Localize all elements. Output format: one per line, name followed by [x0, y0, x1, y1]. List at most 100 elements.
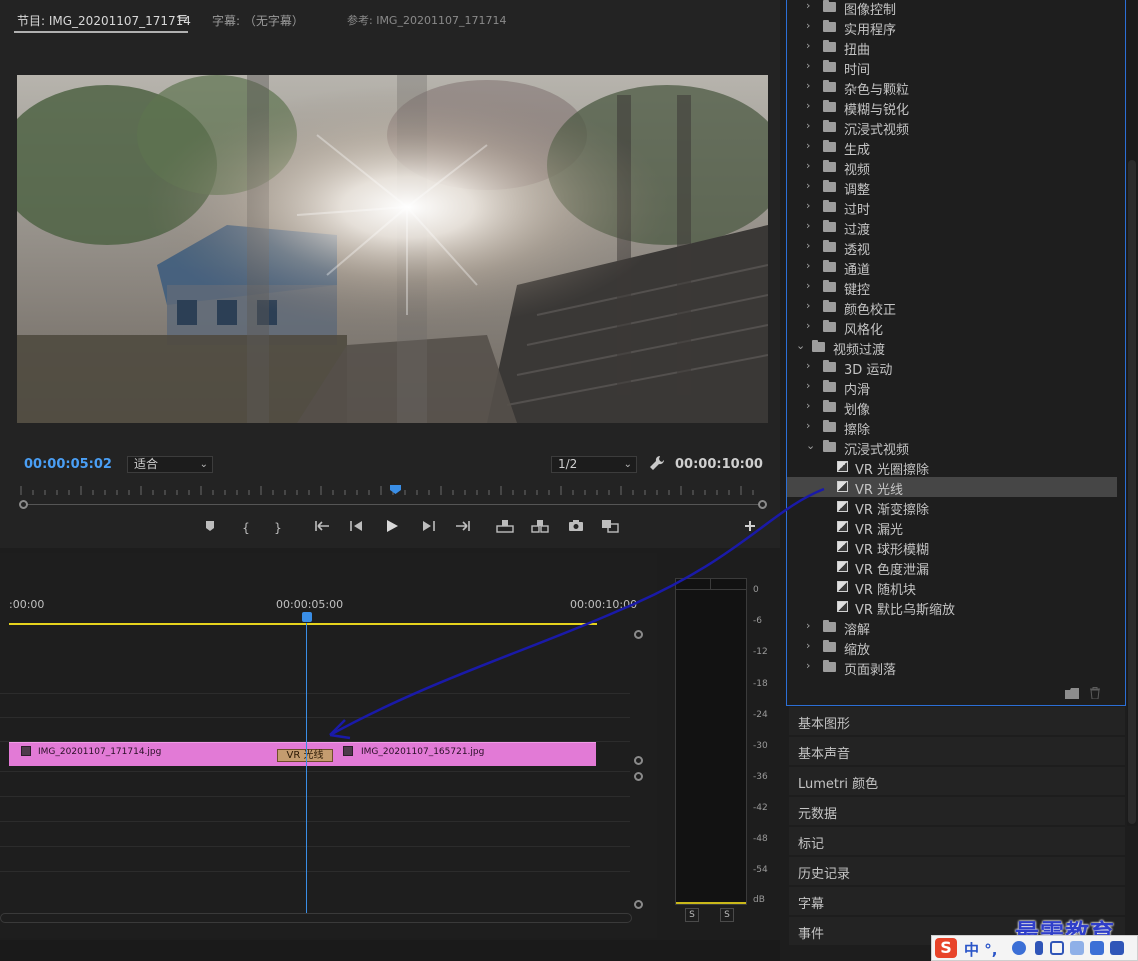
tree-folder-effect[interactable]: › 过渡 — [787, 217, 1117, 238]
go-to-in-icon[interactable] — [314, 519, 332, 537]
timeline-horizontal-scrollbar[interactable] — [0, 913, 632, 923]
chevron-right-icon: › — [806, 179, 811, 192]
scroll-handle-mid2[interactable] — [634, 772, 643, 781]
transition-effect-icon — [837, 521, 848, 532]
meter-clip-indicator[interactable] — [675, 589, 747, 590]
lift-icon[interactable] — [496, 519, 514, 537]
mark-in-icon[interactable]: { — [237, 519, 255, 537]
fit-zoom-dropdown[interactable]: 适合 ⌄ — [127, 456, 213, 473]
tree-folder-effect[interactable]: › 扭曲 — [787, 37, 1117, 58]
tree-folder-effect[interactable]: › 时间 — [787, 57, 1117, 78]
tree-folder-image-control[interactable]: › 图像控制 — [787, 0, 1117, 18]
tree-folder-effect[interactable]: › 杂色与颗粒 — [787, 77, 1117, 98]
panel-lumetri-color[interactable]: Lumetri 颜色 — [789, 767, 1125, 795]
tree-folder-label: 视频 — [844, 163, 871, 178]
tree-folder-transition[interactable]: › 页面剥落 — [787, 657, 1117, 678]
tree-item-vr-transition[interactable]: VR 随机块 — [787, 577, 1117, 598]
tree-folder-effect[interactable]: › 实用程序 — [787, 17, 1117, 38]
tree-folder-effect[interactable]: › 过时 — [787, 197, 1117, 218]
tree-item-vr-transition[interactable]: VR 默比乌斯缩放 — [787, 597, 1117, 618]
tree-item-label: VR 漏光 — [855, 523, 904, 538]
tree-folder-transition[interactable]: › 划像 — [787, 397, 1117, 418]
chevron-down-icon: ⌄ — [623, 459, 632, 470]
step-forward-icon[interactable] — [419, 519, 437, 537]
transition-vr-light-rays[interactable]: VR 光线 — [277, 749, 333, 762]
solo-right-button[interactable]: S — [720, 908, 734, 922]
tree-folder-effect[interactable]: › 模糊与锐化 — [787, 97, 1117, 118]
scroll-handle-bottom[interactable] — [634, 900, 643, 909]
panel-captions[interactable]: 字幕 — [789, 887, 1125, 915]
ime-toolbar[interactable]: S 中 °, — [931, 935, 1138, 961]
tree-item-vr-transition[interactable]: VR 色度泄漏 — [787, 557, 1117, 578]
tree-folder-effect[interactable]: › 颜色校正 — [787, 297, 1117, 318]
tree-item-vr-transition[interactable]: VR 光圈擦除 — [787, 457, 1117, 478]
hamburger-icon[interactable]: ≡ — [177, 11, 188, 26]
timeline-playhead[interactable] — [302, 612, 312, 622]
monitor-playhead[interactable] — [390, 485, 401, 494]
tree-folder-transition[interactable]: › 擦除 — [787, 417, 1117, 438]
tree-folder-effect[interactable]: › 调整 — [787, 177, 1117, 198]
microphone-icon[interactable] — [1035, 941, 1043, 955]
tree-folder-effect[interactable]: › 透视 — [787, 237, 1117, 258]
compare-icon[interactable] — [601, 519, 619, 537]
new-bin-icon[interactable] — [1065, 688, 1079, 699]
panel-history[interactable]: 历史记录 — [789, 857, 1125, 885]
go-to-out-icon[interactable] — [453, 519, 471, 537]
ime-logo-icon[interactable]: S — [935, 938, 957, 958]
tree-folder-effect[interactable]: › 沉浸式视频 — [787, 117, 1117, 138]
work-area-bar[interactable] — [9, 623, 597, 625]
toolbox-icon[interactable] — [1070, 941, 1084, 955]
tree-item-vr-transition[interactable]: VR 光线 — [787, 477, 1117, 498]
playback-resolution-dropdown[interactable]: 1/2 ⌄ — [551, 456, 637, 473]
wrench-icon[interactable] — [649, 455, 665, 471]
tree-item-label: VR 色度泄漏 — [855, 563, 930, 578]
tree-folder-transition[interactable]: › 内滑 — [787, 377, 1117, 398]
tab-program[interactable]: 节目: IMG_20201107_171714 — [17, 12, 191, 29]
scroll-handle-mid[interactable] — [634, 756, 643, 765]
tree-item-vr-transition[interactable]: VR 渐变擦除 — [787, 497, 1117, 518]
tree-folder-effect[interactable]: › 键控 — [787, 277, 1117, 298]
zoom-handle-end[interactable] — [758, 500, 767, 509]
emoji-icon[interactable] — [1012, 941, 1026, 955]
mark-out-icon[interactable]: } — [269, 519, 287, 537]
tree-folder-effect[interactable]: › 风格化 — [787, 317, 1117, 338]
tree-folder-effect[interactable]: › 生成 — [787, 137, 1117, 158]
tree-item-vr-transition[interactable]: VR 漏光 — [787, 517, 1117, 538]
panel-metadata[interactable]: 元数据 — [789, 797, 1125, 825]
tree-folder-label: 划像 — [844, 403, 871, 418]
effects-scrollbar-thumb[interactable] — [1128, 160, 1136, 824]
tree-folder-video-transitions[interactable]: ⌄ 视频过渡 — [787, 337, 1117, 358]
add-button-icon[interactable] — [741, 519, 759, 537]
tree-folder-transition[interactable]: › 缩放 — [787, 637, 1117, 658]
solo-left-button[interactable]: S — [685, 908, 699, 922]
grid-icon[interactable] — [1110, 941, 1124, 955]
tree-item-vr-transition[interactable]: VR 球形模糊 — [787, 537, 1117, 558]
tab-reference[interactable]: 参考: IMG_20201107_171714 — [347, 12, 506, 28]
zoom-handle-start[interactable] — [19, 500, 28, 509]
marker-icon[interactable] — [201, 519, 219, 537]
play-icon[interactable] — [383, 519, 401, 537]
folder-icon — [823, 660, 836, 672]
apparel-icon[interactable] — [1090, 941, 1104, 955]
tree-folder-immersive-video-transitions[interactable]: ⌄ 沉浸式视频 — [787, 437, 1117, 458]
video-frame[interactable] — [17, 75, 768, 423]
ime-mode-text[interactable]: 中 °, — [964, 939, 997, 960]
total-duration-timecode: 00:00:10:00 — [675, 457, 763, 472]
tree-folder-effect[interactable]: › 视频 — [787, 157, 1117, 178]
panel-essential-sound[interactable]: 基本声音 — [789, 737, 1125, 765]
step-back-icon[interactable] — [348, 519, 366, 537]
scrub-bar[interactable] — [23, 504, 762, 505]
tree-folder-transition[interactable]: › 溶解 — [787, 617, 1117, 638]
tree-item-label: VR 随机块 — [855, 583, 917, 598]
tree-folder-transition[interactable]: › 3D 运动 — [787, 357, 1117, 378]
tree-folder-effect[interactable]: › 通道 — [787, 257, 1117, 278]
camera-icon[interactable] — [567, 519, 585, 537]
panel-markers[interactable]: 标记 — [789, 827, 1125, 855]
extract-icon[interactable] — [531, 519, 549, 537]
panel-essential-graphics[interactable]: 基本图形 — [789, 707, 1125, 735]
current-timecode[interactable]: 00:00:05:02 — [24, 457, 112, 472]
tab-captions[interactable]: 字幕: （无字幕） — [212, 12, 304, 29]
scroll-handle-top[interactable] — [634, 630, 643, 639]
keyboard-icon[interactable] — [1050, 941, 1064, 955]
trash-icon[interactable] — [1089, 687, 1101, 699]
